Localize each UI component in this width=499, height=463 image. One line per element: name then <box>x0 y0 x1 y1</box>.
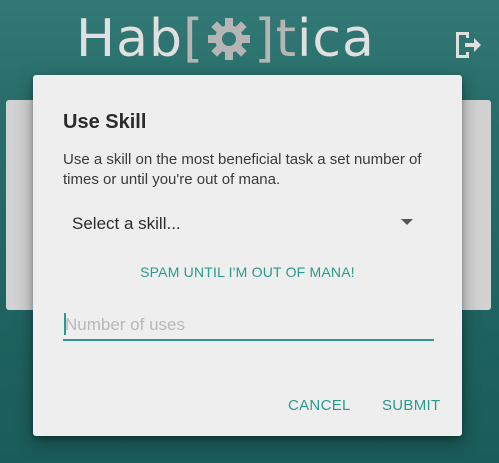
text-cursor <box>64 313 66 335</box>
cancel-button[interactable]: CANCEL <box>288 397 351 414</box>
spam-until-out-of-mana-button[interactable]: SPAM UNTIL I'M OUT OF MANA! <box>33 264 462 280</box>
submit-button[interactable]: SUBMIT <box>382 397 440 414</box>
dropdown-arrow-icon <box>401 219 413 225</box>
dialog-description: Use a skill on the most beneficial task … <box>63 151 422 188</box>
number-of-uses-input[interactable] <box>63 311 434 341</box>
use-skill-dialog: Use Skill Use a skill on the most benefi… <box>33 75 462 436</box>
dialog-title: Use Skill <box>63 111 147 133</box>
skill-select-value: Select a skill... <box>72 214 181 233</box>
skill-select[interactable]: Select a skill... <box>63 205 418 241</box>
